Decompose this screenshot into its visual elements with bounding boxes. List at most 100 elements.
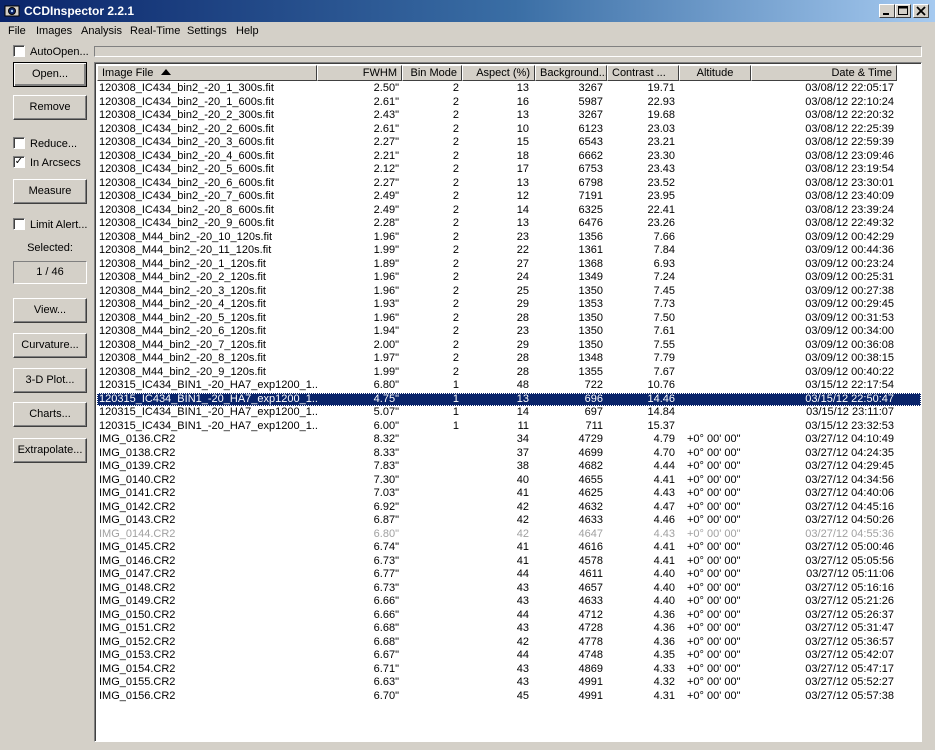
table-cell: +0° 00' 00" (687, 581, 741, 594)
table-cell: IMG_0146.CR2 (99, 554, 176, 567)
limit-alert-check-box[interactable] (13, 218, 25, 230)
checkmark-icon[interactable]: ✓ (13, 156, 25, 168)
table-cell: 03/27/12 04:34:56 (805, 473, 894, 486)
table-row[interactable]: 120308_IC434_bin2_-20_9_600s.fit 2.28" 2 13… (97, 217, 921, 231)
table-cell: 1.93" (373, 298, 399, 310)
table-row[interactable]: IMG_0138.CR2 8.33" 37 4699 4.70 +0° 00' 00" 03… (97, 447, 921, 461)
charts-button[interactable]: Charts... (13, 402, 87, 427)
table-row[interactable]: 120308_IC434_bin2_-20_2_600s.fit 2.61" 2 10… (97, 123, 921, 137)
table-cell: 14 (516, 406, 529, 418)
table-row[interactable]: IMG_0156.CR2 6.70" 45 4991 4.31 +0° 00' 00" 03… (97, 690, 921, 704)
menu-settings[interactable]: Settings (185, 24, 229, 39)
table-cell: 4.33 (653, 662, 675, 675)
column-header-image-file[interactable]: Image File (97, 65, 317, 81)
table-row[interactable]: 120308_M44_bin2_-20_7_120s.fit 2.00" 2 29 13… (97, 339, 921, 353)
table-cell: 4.75" (373, 392, 399, 405)
table-row[interactable]: IMG_0145.CR2 6.74" 41 4616 4.41 +0° 00' 00" 03… (97, 541, 921, 555)
remove-button[interactable]: Remove (13, 95, 87, 120)
table-row[interactable]: 120308_M44_bin2_-20_3_120s.fit 1.96" 2 25 13… (97, 285, 921, 299)
table-row[interactable]: 120308_IC434_bin2_-20_4_600s.fit 2.21" 2 18… (97, 150, 921, 164)
table-row[interactable]: 120308_M44_bin2_-20_5_120s.fit 1.96" 2 28 13… (97, 312, 921, 326)
table-row[interactable]: IMG_0150.CR2 6.66" 44 4712 4.36 +0° 00' 00" 03… (97, 609, 921, 623)
autoopen-check-box[interactable] (13, 45, 25, 57)
column-header-date-time[interactable]: Date & Time (751, 65, 897, 81)
column-header-fwhm[interactable]: FWHM (317, 65, 402, 81)
menu-images[interactable]: Images (34, 24, 74, 39)
minimize-button[interactable] (879, 4, 895, 18)
table-row[interactable]: IMG_0139.CR2 7.83" 38 4682 4.44 +0° 00' 00" 03… (97, 460, 921, 474)
column-header-background[interactable]: Background... (535, 65, 607, 81)
table-cell: +0° 00' 00" (687, 514, 741, 526)
table-cell: 2.49" (373, 203, 399, 216)
table-cell: 2.00" (373, 338, 399, 351)
table-row[interactable]: IMG_0146.CR2 6.73" 41 4578 4.41 +0° 00' 00" 03… (97, 555, 921, 569)
column-header-aspect[interactable]: Aspect (%) (462, 65, 535, 81)
table-row[interactable]: IMG_0140.CR2 7.30" 40 4655 4.41 +0° 00' 00" 03… (97, 474, 921, 488)
table-cell: 19.68 (647, 109, 675, 121)
image-list[interactable]: Image File FWHM Bin Mode Aspect (%) Back… (94, 62, 922, 742)
table-cell: 2 (452, 311, 459, 324)
table-row[interactable]: IMG_0152.CR2 6.68" 42 4778 4.36 +0° 00' 00" 03… (97, 636, 921, 650)
column-header-contrast[interactable]: Contrast ... (607, 65, 679, 81)
table-row[interactable]: 120308_M44_bin2_-20_4_120s.fit 1.93" 2 29 13… (97, 298, 921, 312)
table-row[interactable]: 120308_IC434_bin2_-20_5_600s.fit 2.12" 2 17… (97, 163, 921, 177)
table-row[interactable]: 120308_IC434_bin2_-20_1_300s.fit 2.50" 2 13… (97, 82, 921, 96)
table-row[interactable]: 120308_IC434_bin2_-20_6_600s.fit 2.27" 2 13… (97, 177, 921, 191)
table-row[interactable]: IMG_0136.CR2 8.32" 34 4729 4.79 +0° 00' 00" 03… (97, 433, 921, 447)
close-button[interactable] (913, 4, 929, 18)
table-row[interactable]: IMG_0143.CR2 6.87" 42 4633 4.46 +0° 00' 00" 03… (97, 514, 921, 528)
menu-file[interactable]: File (6, 24, 28, 39)
3d-plot-button[interactable]: 3-D Plot... (13, 368, 87, 393)
menu-analysis[interactable]: Analysis (79, 24, 124, 39)
table-row[interactable]: 120308_IC434_bin2_-20_1_600s.fit 2.61" 2 16… (97, 96, 921, 110)
table-row[interactable]: IMG_0153.CR2 6.67" 44 4748 4.35 +0° 00' 00" 03… (97, 649, 921, 663)
open-button[interactable]: Open... (13, 62, 87, 87)
extrapolate-button[interactable]: Extrapolate... (13, 438, 87, 463)
table-cell: 03/09/12 00:23:24 (805, 257, 894, 270)
column-header-bin-mode[interactable]: Bin Mode (402, 65, 462, 81)
table-row[interactable]: IMG_0154.CR2 6.71" 43 4869 4.33 +0° 00' 00" 03… (97, 663, 921, 677)
view-button[interactable]: View... (13, 298, 87, 323)
table-row[interactable]: 120308_IC434_bin2_-20_8_600s.fit 2.49" 2 14… (97, 204, 921, 218)
table-cell: 120308_M44_bin2_-20_9_120s.fit (99, 365, 266, 378)
table-cell: 03/08/12 22:05:17 (805, 82, 894, 94)
table-row[interactable]: 120308_M44_bin2_-20_6_120s.fit 1.94" 2 23 13… (97, 325, 921, 339)
table-row[interactable]: IMG_0149.CR2 6.66" 43 4633 4.40 +0° 00' 00" 03… (97, 595, 921, 609)
table-cell: 19.71 (647, 82, 675, 94)
table-row[interactable]: IMG_0142.CR2 6.92" 42 4632 4.47 +0° 00' 00" 03… (97, 501, 921, 515)
table-row[interactable]: 120315_IC434_BIN1_-20_HA7_exp1200_1... 6.… (97, 379, 921, 393)
table-row[interactable]: 120308_M44_bin2_-20_8_120s.fit 1.97" 2 28 13… (97, 352, 921, 366)
table-row[interactable]: 120315_IC434_BIN1_-20_HA7_exp1200_1... 6.… (97, 420, 921, 434)
table-row[interactable]: 120308_IC434_bin2_-20_2_300s.fit 2.43" 2 13… (97, 109, 921, 123)
table-row[interactable]: 120308_M44_bin2_-20_2_120s.fit 1.96" 2 24 13… (97, 271, 921, 285)
column-header-altitude[interactable]: Altitude (679, 65, 751, 81)
table-row[interactable]: IMG_0151.CR2 6.68" 43 4728 4.36 +0° 00' 00" 03… (97, 622, 921, 636)
table-row[interactable]: 120308_M44_bin2_-20_1_120s.fit 1.89" 2 27 13… (97, 258, 921, 272)
table-row[interactable]: 120308_M44_bin2_-20_11_120s.fit 1.99" 2 22 1… (97, 244, 921, 258)
table-row[interactable]: 120308_IC434_bin2_-20_3_600s.fit 2.27" 2 15… (97, 136, 921, 150)
reduce-check-box[interactable] (13, 137, 25, 149)
table-cell: 23.30 (647, 149, 675, 162)
table-row[interactable]: IMG_0147.CR2 6.77" 44 4611 4.40 +0° 00' 00" 03… (97, 568, 921, 582)
table-row[interactable]: IMG_0155.CR2 6.63" 43 4991 4.32 +0° 00' 00" 03… (97, 676, 921, 690)
table-row[interactable]: 120308_IC434_bin2_-20_7_600s.fit 2.49" 2 12… (97, 190, 921, 204)
table-cell: 4699 (578, 446, 603, 459)
menu-real-time[interactable]: Real-Time (128, 24, 182, 39)
menu-help[interactable]: Help (234, 24, 261, 39)
table-row[interactable]: IMG_0148.CR2 6.73" 43 4657 4.40 +0° 00' 00" 03… (97, 582, 921, 596)
table-row[interactable]: IMG_0144.CR2 6.80" 42 4647 4.43 +0° 00' 00" 03… (97, 528, 921, 542)
title-bar[interactable]: CCDInspector 2.2.1 (0, 0, 935, 22)
table-cell: 120308_IC434_bin2_-20_4_600s.fit (99, 149, 274, 162)
table-cell: 03/27/12 04:29:45 (805, 460, 894, 472)
table-row[interactable]: 120308_M44_bin2_-20_10_120s.fit 1.96" 2 23 1… (97, 231, 921, 245)
table-row[interactable]: IMG_0141.CR2 7.03" 41 4625 4.43 +0° 00' 00" 03… (97, 487, 921, 501)
table-row[interactable]: 120308_M44_bin2_-20_9_120s.fit 1.99" 2 28 13… (97, 366, 921, 380)
table-cell: IMG_0138.CR2 (99, 446, 176, 459)
table-cell: 7.66 (653, 230, 675, 243)
curvature-button[interactable]: Curvature... (13, 333, 87, 358)
maximize-button[interactable] (895, 4, 911, 18)
table-row[interactable]: 120315_IC434_BIN1_-20_HA7_exp1200_1... 4.… (97, 392, 921, 406)
measure-button[interactable]: Measure (13, 179, 87, 204)
table-cell: +0° 00' 00" (687, 500, 741, 513)
table-row[interactable]: 120315_IC434_BIN1_-20_HA7_exp1200_1... 5.… (97, 406, 921, 420)
